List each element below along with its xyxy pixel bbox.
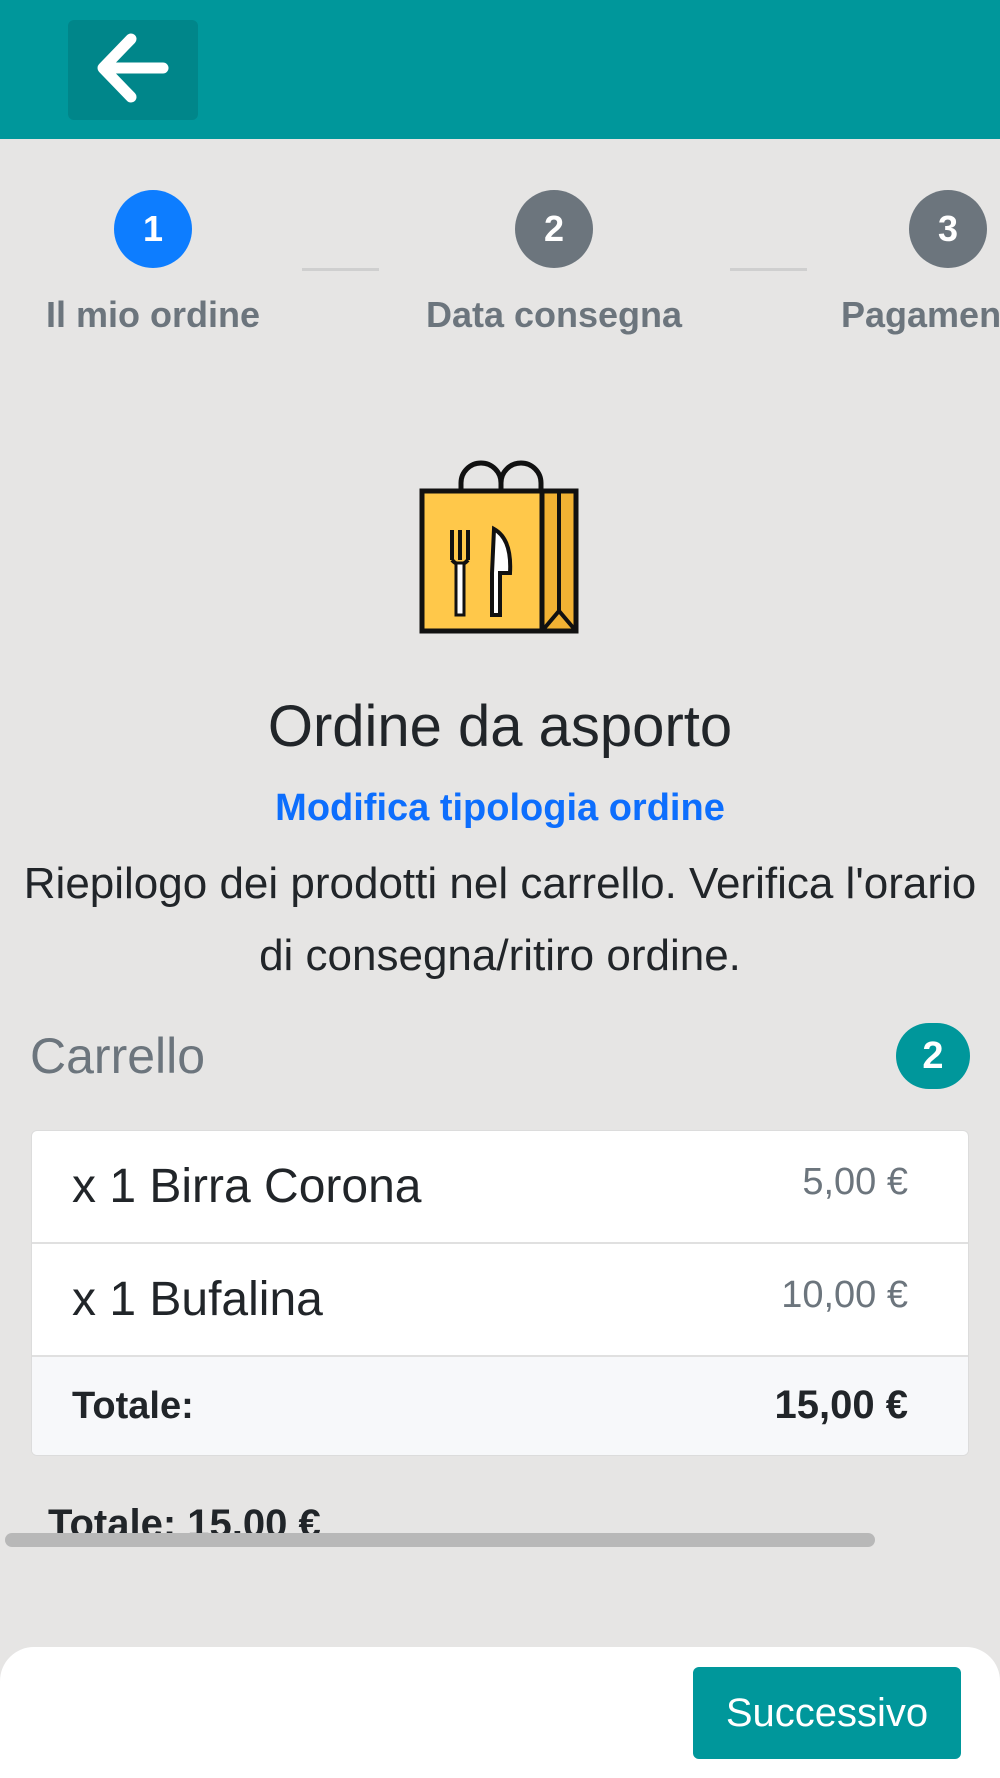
next-button[interactable]: Successivo — [693, 1667, 961, 1759]
step-delivery-date[interactable]: 2 Data consegna — [404, 190, 704, 336]
order-summary-text: Riepilogo dei prodotti nel carrello. Ver… — [23, 859, 977, 980]
modify-order-type-link[interactable]: Modifica tipologia ordine — [0, 787, 1000, 830]
cart-total-label: Totale: — [72, 1385, 194, 1427]
top-bar — [0, 0, 1000, 139]
cart-item-price: 10,00 € — [781, 1274, 908, 1316]
step-my-order[interactable]: 1 Il mio ordine — [3, 190, 303, 336]
step-number: 2 — [515, 190, 593, 268]
horizontal-scrollbar[interactable] — [5, 1533, 875, 1547]
cart-item-price: 5,00 € — [802, 1161, 908, 1203]
cart-item-name: x 1 Bufalina — [72, 1273, 323, 1326]
step-number: 3 — [909, 190, 987, 268]
step-label: Data consegna — [425, 294, 683, 335]
order-stepper: 1 Il mio ordine 2 Data consegna 3 Pagame… — [0, 190, 1000, 350]
step-label: Il mio ordine — [45, 294, 260, 335]
cart-total-row: Totale: 15,00 € — [32, 1357, 968, 1455]
step-number: 1 — [114, 190, 192, 268]
step-label: Pagamen — [841, 294, 1000, 335]
step-payment[interactable]: 3 Pagamen — [798, 190, 1000, 336]
cart-item: x 1 Bufalina 10,00 € — [32, 1244, 968, 1357]
cart-count-badge: 2 — [896, 1023, 970, 1089]
back-button[interactable] — [68, 20, 198, 120]
cart-item-name: x 1 Birra Corona — [72, 1160, 422, 1213]
order-type-title: Ordine da asporto — [267, 694, 733, 759]
takeaway-bag-icon — [418, 455, 582, 635]
footer-bar: Successivo — [0, 1647, 1000, 1778]
cart-title: Carrello — [30, 1028, 206, 1084]
cart-item: x 1 Birra Corona 5,00 € — [32, 1131, 968, 1244]
step-connector — [302, 268, 379, 271]
cart-list: x 1 Birra Corona 5,00 € x 1 Bufalina 10,… — [31, 1130, 969, 1456]
step-connector — [730, 268, 807, 271]
arrow-left-icon — [95, 33, 171, 108]
cart-total-value: 15,00 € — [774, 1383, 908, 1427]
